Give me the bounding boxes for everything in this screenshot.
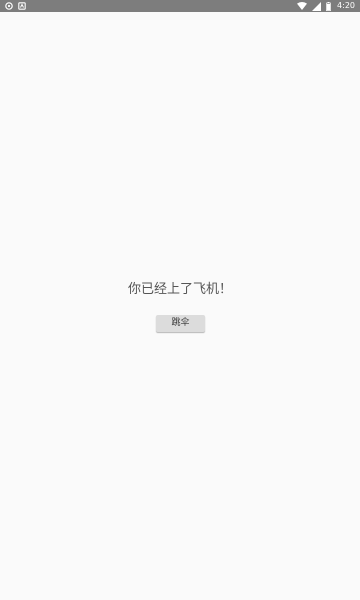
app-screen: 4:20 你已经上了飞机！ 跳伞 (0, 0, 360, 600)
status-bar-left (5, 2, 26, 10)
battery-icon (326, 1, 332, 11)
wifi-icon (297, 2, 308, 10)
notification-box-icon (18, 2, 26, 10)
boarding-message: 你已经上了飞机！ (127, 282, 232, 297)
notification-app-icon (5, 2, 13, 10)
status-bar-right: 4:20 (297, 0, 355, 12)
main-content: 你已经上了飞机！ 跳伞 (0, 12, 360, 600)
signal-icon (312, 1, 322, 11)
status-bar: 4:20 (0, 0, 360, 12)
status-time: 4:20 (337, 1, 355, 10)
parachute-jump-button[interactable]: 跳伞 (156, 315, 205, 332)
